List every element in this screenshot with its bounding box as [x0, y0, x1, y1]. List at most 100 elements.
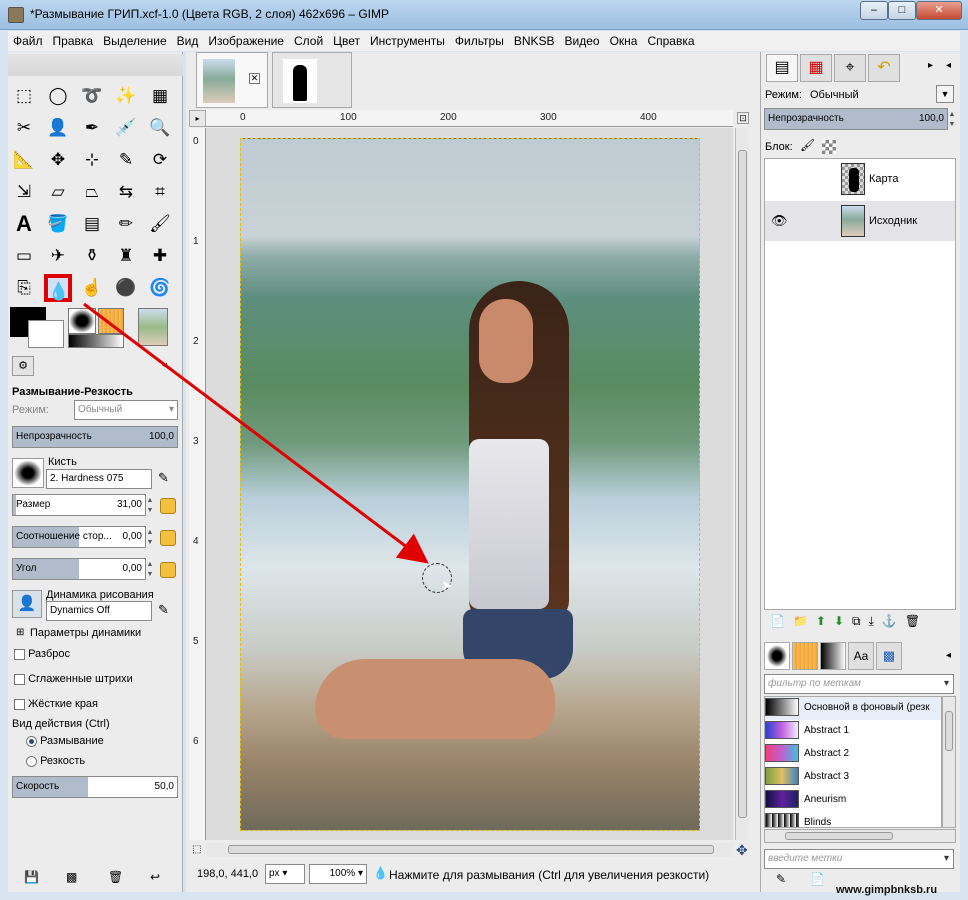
- heal-tool-icon[interactable]: ✚: [146, 242, 174, 270]
- visibility-eye-icon[interactable]: 👁: [771, 213, 788, 229]
- brushes-tab-icon[interactable]: [764, 642, 790, 670]
- duplicate-layer-icon[interactable]: ⧉: [852, 614, 861, 629]
- menu-help[interactable]: Справка: [642, 31, 699, 51]
- blur-radio-dot[interactable]: [26, 735, 37, 747]
- channels-tab-icon[interactable]: ▦: [800, 54, 832, 82]
- navigate-icon[interactable]: ✥: [736, 842, 748, 859]
- perspective-tool-icon[interactable]: ⏢: [78, 178, 106, 206]
- gradient-preview[interactable]: [68, 334, 124, 348]
- rect-select-tool-icon[interactable]: ⬚: [10, 82, 38, 110]
- photo-canvas[interactable]: ➤: [240, 138, 700, 831]
- smudge-tool-icon[interactable]: ☝: [78, 274, 106, 302]
- paintbrush-tool-icon[interactable]: 🖌: [146, 210, 174, 238]
- new-layer-icon[interactable]: 📄: [770, 614, 785, 629]
- menu-view[interactable]: Вид: [172, 31, 204, 51]
- paths-tab-icon[interactable]: ⌖: [834, 54, 866, 82]
- undo-tab-icon[interactable]: ↶: [868, 54, 900, 82]
- edit-gradient-icon[interactable]: ✎: [776, 872, 786, 886]
- zoom-tool-icon[interactable]: 🔍: [146, 114, 174, 142]
- brush-preview[interactable]: [68, 308, 96, 334]
- close-button[interactable]: ✕: [916, 1, 962, 20]
- vertical-ruler[interactable]: 0 1 2 3 4 5 6: [189, 128, 206, 840]
- save-options-icon[interactable]: 💾: [24, 870, 39, 884]
- eraser-tool-icon[interactable]: ▭: [10, 242, 38, 270]
- gradient-item[interactable]: Aneurism: [765, 789, 941, 812]
- size-reset-icon[interactable]: [160, 498, 176, 514]
- layer-opacity-down[interactable]: ▼: [948, 120, 956, 130]
- clone-tool-icon[interactable]: ♜: [112, 242, 140, 270]
- menu-edit[interactable]: Правка: [48, 31, 99, 51]
- gradients-hscroll[interactable]: [764, 829, 956, 843]
- gradients-tab-icon[interactable]: [820, 642, 846, 670]
- text-tool-icon[interactable]: A: [10, 210, 38, 238]
- scatter-checkbox-box[interactable]: [14, 648, 25, 660]
- angle-slider[interactable]: Угол 0,00: [12, 558, 146, 580]
- foreground-select-tool-icon[interactable]: 👤: [44, 114, 72, 142]
- merge-down-icon[interactable]: ⤓: [869, 614, 874, 629]
- dock-menu-icon[interactable]: ◂: [946, 60, 951, 71]
- color-select-tool-icon[interactable]: ▦: [146, 82, 174, 110]
- scissors-tool-icon[interactable]: ✂: [10, 114, 38, 142]
- dynamics-field[interactable]: Dynamics Off: [46, 601, 152, 621]
- edit-brush-icon[interactable]: ✎: [158, 470, 169, 486]
- tag-entry-input[interactable]: введите метки ▾: [764, 849, 954, 869]
- flip-tool-icon[interactable]: ⇆: [112, 178, 140, 206]
- gradient-item[interactable]: Abstract 2: [765, 743, 941, 766]
- zoom-select[interactable]: 100% ▾: [309, 864, 367, 884]
- lock-alpha-icon[interactable]: [822, 140, 836, 154]
- menu-filters[interactable]: Фильтры: [450, 31, 509, 51]
- edit-dynamics-icon[interactable]: ✎: [158, 602, 169, 618]
- tool-options-tab-icon[interactable]: ⚙: [12, 356, 34, 376]
- close-tab-icon[interactable]: ✕: [249, 73, 260, 84]
- paths-tool-icon[interactable]: ✒: [78, 114, 106, 142]
- palettes-tab-icon[interactable]: ▩: [876, 642, 902, 670]
- gradient-item[interactable]: Abstract 1: [765, 720, 941, 743]
- free-select-tool-icon[interactable]: ➰: [78, 82, 106, 110]
- smooth-checkbox[interactable]: Сглаженные штрихи: [14, 673, 133, 685]
- lock-pixels-icon[interactable]: 🖌: [800, 138, 815, 152]
- vscroll-thumb[interactable]: [738, 150, 747, 818]
- ellipse-select-tool-icon[interactable]: ◯: [44, 82, 72, 110]
- reset-options-icon[interactable]: ↩: [150, 870, 160, 884]
- align-tool-icon[interactable]: ⊹: [78, 146, 106, 174]
- move-tool-icon[interactable]: ✥: [44, 146, 72, 174]
- rate-slider[interactable]: Скорость 50,0: [12, 776, 178, 798]
- background-color-swatch[interactable]: [28, 320, 64, 348]
- size-spin-up[interactable]: ▲: [146, 496, 154, 506]
- layers-tab-icon[interactable]: ▤: [766, 54, 798, 82]
- minimize-button[interactable]: –: [860, 1, 888, 20]
- menu-layer[interactable]: Слой: [289, 31, 328, 51]
- vertical-scrollbar[interactable]: [735, 128, 749, 840]
- dynamics-params-expander[interactable]: Параметры динамики: [30, 627, 141, 639]
- sharpen-radio[interactable]: Резкость: [26, 755, 85, 767]
- blur-radio[interactable]: Размывание: [26, 735, 104, 747]
- layer-row-source[interactable]: 👁 Исходник: [765, 201, 955, 241]
- cage-tool-icon[interactable]: ⌗: [146, 178, 174, 206]
- tag-filter-input[interactable]: фильтр по меткам ▾: [764, 674, 954, 694]
- brush-button[interactable]: [12, 458, 44, 488]
- horizontal-ruler[interactable]: 0 100 200 300 400: [206, 110, 733, 127]
- ratio-spin-down[interactable]: ▼: [146, 538, 154, 548]
- angle-spin-down[interactable]: ▼: [146, 570, 154, 580]
- navigate-corner-icon[interactable]: ⬚: [192, 844, 201, 855]
- delete-options-icon[interactable]: 🗑: [108, 870, 123, 884]
- image-tab-active[interactable]: ✕: [196, 52, 268, 108]
- raise-layer-icon[interactable]: ⬆: [816, 614, 826, 629]
- aspect-ratio-slider[interactable]: Соотношение стор... 0,00: [12, 526, 146, 548]
- lower-layer-icon[interactable]: ⬇: [834, 614, 844, 629]
- layer-opacity-slider[interactable]: Непрозрачность 100,0: [764, 108, 948, 130]
- restore-options-icon[interactable]: ▩: [66, 870, 77, 884]
- new-group-icon[interactable]: 📁: [793, 614, 808, 629]
- hard-edges-checkbox-box[interactable]: [14, 698, 25, 710]
- dodge-burn-tool-icon[interactable]: ⚫: [112, 274, 140, 302]
- layer-row-map[interactable]: Карта: [765, 159, 955, 199]
- menu-windows[interactable]: Окна: [605, 31, 643, 51]
- smooth-checkbox-box[interactable]: [14, 673, 25, 685]
- quick-mask-icon[interactable]: ▸: [189, 110, 206, 127]
- menu-select[interactable]: Выделение: [98, 31, 172, 51]
- mode-select[interactable]: Обычный ▾: [74, 400, 178, 420]
- measure-tool-icon[interactable]: 📐: [10, 146, 38, 174]
- swirl-tool-icon[interactable]: 🌀: [146, 274, 174, 302]
- hscroll-thumb[interactable]: [228, 845, 714, 854]
- dock-menu-icon-bottom[interactable]: ◂: [946, 650, 951, 661]
